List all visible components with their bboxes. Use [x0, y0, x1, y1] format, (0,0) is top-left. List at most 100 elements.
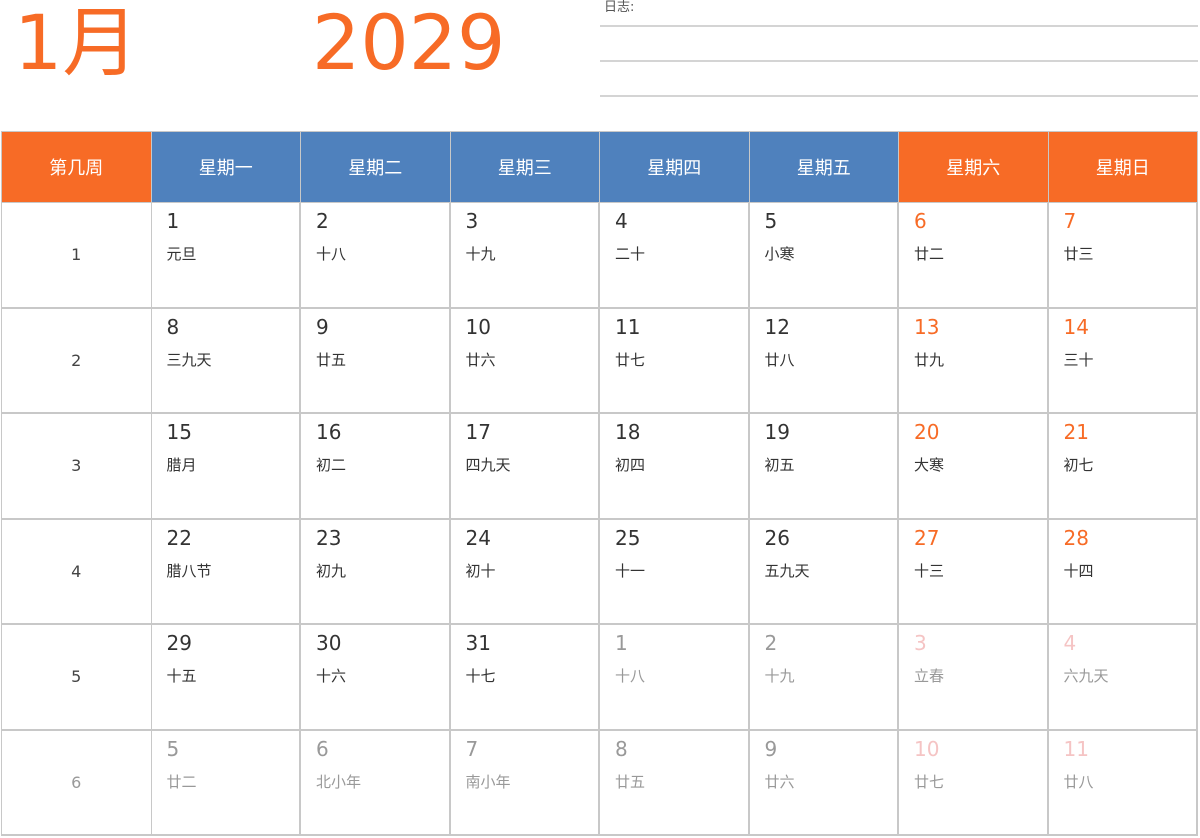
day-cell[interactable]: 12 廿八: [749, 308, 899, 414]
day-cell[interactable]: 1 十八: [600, 625, 750, 731]
day-number: 7: [465, 736, 479, 761]
day-cell[interactable]: 20 大寒: [899, 414, 1049, 520]
day-number: 13: [914, 314, 940, 339]
day-cell[interactable]: 18 初四: [600, 414, 750, 520]
day-cell[interactable]: 7 廿三: [1048, 203, 1198, 309]
lunar-date: 十九: [465, 245, 496, 263]
day-cell[interactable]: 9 廿六: [749, 730, 899, 836]
day-cell[interactable]: 28 十四: [1048, 519, 1198, 625]
day-number: 10: [465, 314, 491, 339]
day-cell[interactable]: 14 三十: [1048, 308, 1198, 414]
day-number: 3: [914, 631, 927, 655]
day-cell[interactable]: 17 四九天: [450, 414, 600, 520]
lunar-date: 十九: [764, 667, 795, 685]
lunar-date: 初四: [615, 456, 646, 474]
lunar-date: 南小年: [465, 772, 511, 791]
day-number: 29: [166, 631, 192, 655]
day-number: 31: [465, 631, 491, 655]
lunar-date: 十一: [615, 561, 646, 580]
day-number: 3: [465, 209, 479, 233]
day-cell[interactable]: 21 初七: [1048, 414, 1198, 520]
lunar-date: 十八: [316, 245, 347, 263]
notes-line[interactable]: [600, 60, 1198, 62]
notes-line[interactable]: [600, 95, 1198, 97]
day-cell[interactable]: 22 腊八节: [151, 519, 301, 625]
day-number: 21: [1063, 420, 1089, 444]
lunar-date: 初九: [316, 561, 347, 580]
day-cell[interactable]: 4 二十: [600, 203, 750, 309]
lunar-date: 元旦: [166, 245, 197, 263]
lunar-date: 腊八节: [166, 561, 212, 580]
day-number: 5: [764, 209, 778, 233]
lunar-date: 十三: [914, 561, 945, 580]
day-number: 23: [316, 525, 342, 550]
weekday-header-thu: 星期四: [600, 132, 750, 203]
lunar-date: 廿六: [764, 772, 795, 791]
lunar-date: 廿九: [914, 350, 945, 369]
day-number: 4: [615, 209, 628, 233]
day-number: 12: [764, 314, 790, 339]
week-number: 1: [2, 203, 152, 309]
day-cell[interactable]: 11 廿七: [600, 308, 750, 414]
lunar-date: 五九天: [764, 561, 810, 580]
day-number: 16: [316, 420, 342, 444]
lunar-date: 廿五: [316, 350, 347, 369]
day-cell[interactable]: 4 六九天: [1048, 625, 1198, 731]
day-number: 10: [914, 736, 940, 761]
day-number: 7: [1063, 209, 1077, 233]
day-number: 1: [615, 631, 628, 655]
day-cell[interactable]: 2 十九: [749, 625, 899, 731]
lunar-date: 北小年: [316, 772, 362, 791]
day-cell[interactable]: 23 初九: [301, 519, 451, 625]
day-cell[interactable]: 6 廿二: [899, 203, 1049, 309]
day-cell[interactable]: 10 廿七: [899, 730, 1049, 836]
day-number: 8: [615, 736, 628, 761]
day-number: 4: [1063, 631, 1077, 655]
lunar-date: 十八: [615, 667, 646, 685]
day-cell[interactable]: 3 十九: [450, 203, 600, 309]
notes-label: 日志:: [604, 0, 635, 15]
lunar-date: 初二: [316, 456, 347, 474]
day-cell[interactable]: 10 廿六: [450, 308, 600, 414]
day-cell[interactable]: 31 十七: [450, 625, 600, 731]
week-number: 2: [2, 308, 152, 414]
notes-line[interactable]: [600, 25, 1198, 27]
day-cell[interactable]: 1 元旦: [151, 203, 301, 309]
day-cell[interactable]: 25 十一: [600, 519, 750, 625]
weekday-header-sat: 星期六: [899, 132, 1049, 203]
day-cell[interactable]: 26 五九天: [749, 519, 899, 625]
day-cell[interactable]: 29 十五: [151, 625, 301, 731]
day-cell[interactable]: 7 南小年: [450, 730, 600, 836]
lunar-date: 四九天: [465, 456, 511, 474]
day-cell[interactable]: 13 廿九: [899, 308, 1049, 414]
day-number: 5: [166, 736, 180, 761]
day-cell[interactable]: 16 初二: [301, 414, 451, 520]
day-number: 27: [914, 525, 940, 550]
day-cell[interactable]: 30 十六: [301, 625, 451, 731]
day-number: 9: [316, 314, 329, 339]
lunar-date: 大寒: [914, 456, 945, 474]
day-cell[interactable]: 5 小寒: [749, 203, 899, 309]
day-cell[interactable]: 3 立春: [899, 625, 1049, 731]
week-number: 6: [2, 730, 152, 836]
day-cell[interactable]: 2 十八: [301, 203, 451, 309]
day-cell[interactable]: 27 十三: [899, 519, 1049, 625]
week-number: 5: [2, 625, 152, 731]
day-number: 28: [1063, 525, 1089, 550]
day-cell[interactable]: 8 三九天: [151, 308, 301, 414]
weekday-header-tue: 星期二: [301, 132, 451, 203]
day-cell[interactable]: 19 初五: [749, 414, 899, 520]
lunar-date: 六九天: [1063, 667, 1109, 685]
day-cell[interactable]: 8 廿五: [600, 730, 750, 836]
day-cell[interactable]: 24 初十: [450, 519, 600, 625]
week-number-header: 第几周: [2, 132, 152, 203]
day-number: 24: [465, 525, 491, 550]
day-cell[interactable]: 5 廿二: [151, 730, 301, 836]
weekday-header-wed: 星期三: [450, 132, 600, 203]
day-cell[interactable]: 6 北小年: [301, 730, 451, 836]
day-cell[interactable]: 11 廿八: [1048, 730, 1198, 836]
day-cell[interactable]: 9 廿五: [301, 308, 451, 414]
lunar-date: 腊月: [166, 456, 197, 474]
day-number: 19: [764, 420, 790, 444]
day-cell[interactable]: 15 腊月: [151, 414, 301, 520]
